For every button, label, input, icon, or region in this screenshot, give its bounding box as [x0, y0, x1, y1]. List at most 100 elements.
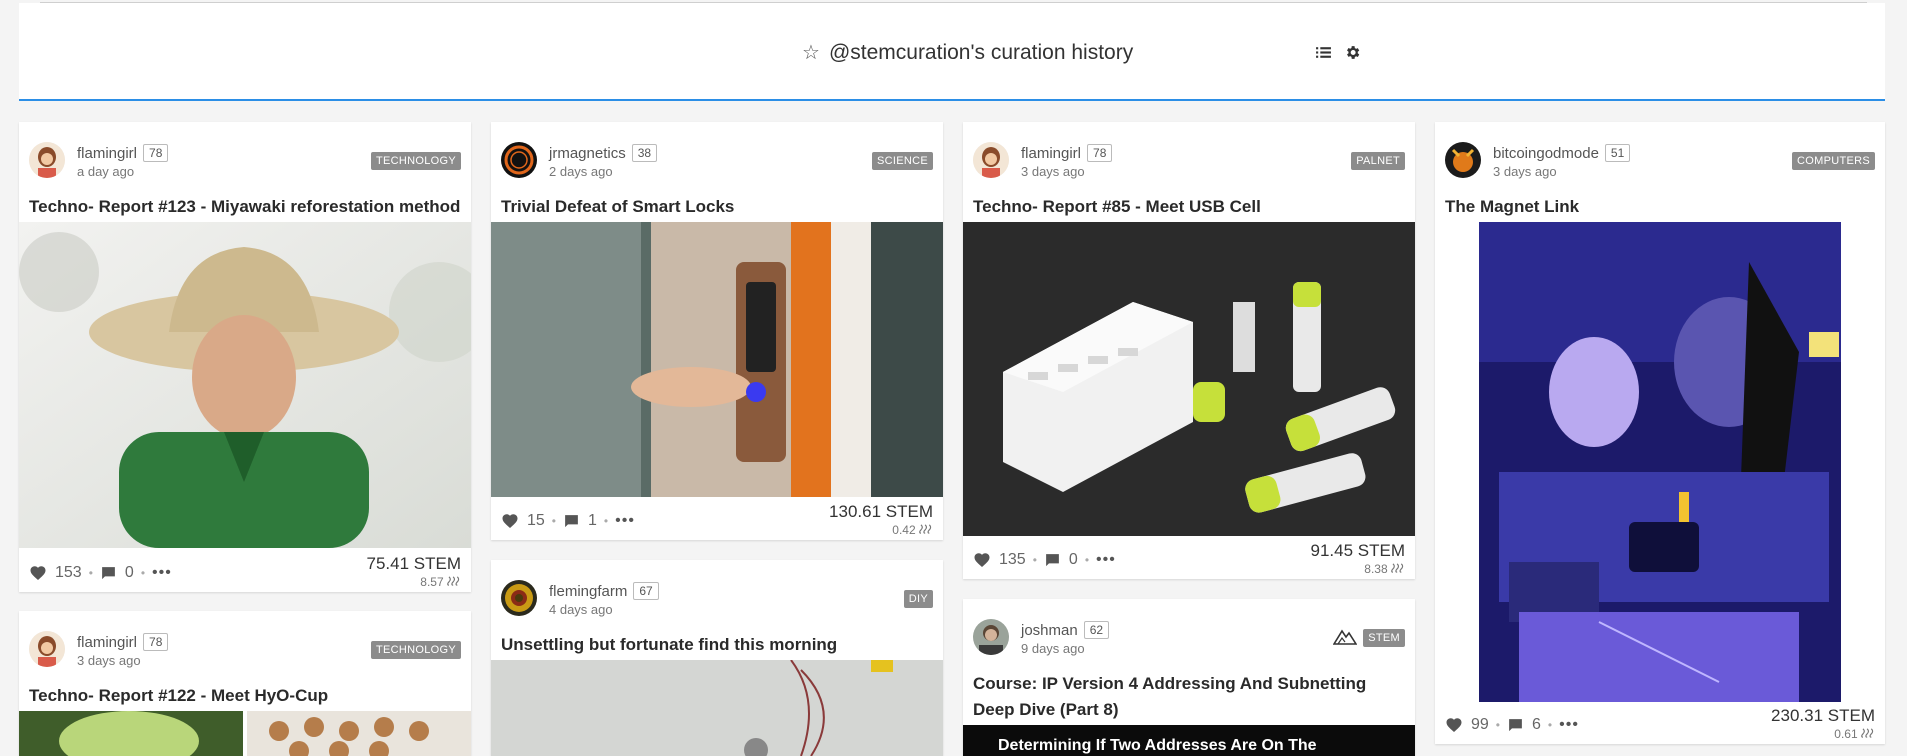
- reputation-badge: 62: [1083, 621, 1110, 639]
- post-image[interactable]: [1479, 222, 1841, 702]
- category-tag[interactable]: SCIENCE: [872, 152, 933, 170]
- category-tag[interactable]: COMPUTERS: [1792, 152, 1875, 170]
- category-tag[interactable]: PALNET: [1351, 152, 1405, 170]
- post-image[interactable]: Determining If Two Addresses Are On The: [963, 725, 1415, 756]
- reputation-badge: 67: [633, 582, 659, 600]
- post-title[interactable]: Techno- Report #123 - Miyawaki reforesta…: [29, 194, 461, 220]
- author-block: jrmagnetics 38: [549, 144, 658, 162]
- separator: •: [1084, 553, 1090, 567]
- comment-icon[interactable]: [1507, 717, 1524, 734]
- post-card[interactable]: joshman 62 9 days ago STEM Course: IP Ve…: [963, 599, 1415, 756]
- post-image[interactable]: [491, 660, 943, 756]
- vote-count[interactable]: 135: [999, 551, 1026, 569]
- category-tag[interactable]: DIY: [903, 590, 933, 608]
- separator: •: [1495, 718, 1500, 732]
- post-time[interactable]: 3 days ago: [1493, 164, 1557, 179]
- post-card[interactable]: flamingirl 78 3 days ago TECHNOLOGY Tech…: [19, 611, 471, 756]
- post-title[interactable]: Course: IP Version 4 Addressing And Subn…: [973, 671, 1405, 724]
- post-image[interactable]: [19, 711, 471, 756]
- post-card[interactable]: flamingirl 78 3 days ago PALNET Techno- …: [963, 122, 1415, 579]
- author-name[interactable]: flamingirl: [1021, 145, 1081, 162]
- category-tag[interactable]: TECHNOLOGY: [370, 641, 461, 659]
- comment-count[interactable]: 6: [1532, 716, 1541, 734]
- payout-secondary: 0.42: [829, 523, 933, 537]
- payout[interactable]: 230.31 STEM 0.61: [1771, 706, 1875, 741]
- avatar[interactable]: [501, 580, 537, 616]
- heart-icon[interactable]: [29, 564, 47, 582]
- separator: •: [1547, 718, 1553, 732]
- post-card[interactable]: flemingfarm 67 4 days ago DIY Unsettling…: [491, 560, 943, 756]
- separator: •: [88, 566, 93, 580]
- avatar[interactable]: [973, 142, 1009, 178]
- post-time[interactable]: a day ago: [77, 164, 134, 179]
- post-title[interactable]: The Magnet Link: [1445, 194, 1875, 220]
- comment-icon[interactable]: [563, 513, 580, 530]
- post-card[interactable]: jrmagnetics 38 2 days ago SCIENCE Trivia…: [491, 122, 943, 540]
- category-tag[interactable]: TECHNOLOGY: [370, 152, 461, 170]
- post-time[interactable]: 9 days ago: [1021, 641, 1085, 656]
- post-time[interactable]: 2 days ago: [549, 164, 613, 179]
- author-name[interactable]: jrmagnetics: [549, 145, 626, 162]
- page-title: @stemcuration's curation history: [828, 41, 1134, 64]
- star-outline-icon[interactable]: ☆: [802, 43, 820, 63]
- author-name[interactable]: bitcoingodmode: [1493, 145, 1599, 162]
- avatar[interactable]: [29, 631, 65, 667]
- more-options-icon[interactable]: •••: [1096, 551, 1116, 569]
- payout-secondary-value: 8.38: [1364, 562, 1388, 576]
- comment-count[interactable]: 0: [125, 564, 134, 582]
- payout[interactable]: 130.61 STEM 0.42: [829, 502, 933, 537]
- post-title[interactable]: Techno- Report #122 - Meet HyO-Cup: [29, 683, 461, 709]
- author-block: flamingirl 78: [77, 633, 169, 651]
- vote-count[interactable]: 153: [55, 564, 82, 582]
- payout-secondary: 0.61: [1771, 727, 1875, 741]
- separator: •: [551, 514, 556, 528]
- post-card[interactable]: flamingirl 78 a day ago TECHNOLOGY Techn…: [19, 122, 471, 592]
- avatar[interactable]: [501, 142, 537, 178]
- heart-icon[interactable]: [501, 512, 519, 530]
- steem-icon: [447, 576, 461, 586]
- post-title[interactable]: Trivial Defeat of Smart Locks: [501, 194, 933, 220]
- payout[interactable]: 91.45 STEM 8.38: [1311, 541, 1406, 576]
- heart-icon[interactable]: [973, 551, 991, 569]
- post-image[interactable]: [963, 222, 1415, 536]
- reputation-badge: 78: [1087, 144, 1113, 162]
- post-card[interactable]: bitcoingodmode 51 3 days ago COMPUTERS T…: [1435, 122, 1885, 744]
- reputation-badge: 78: [143, 144, 169, 162]
- more-options-icon[interactable]: •••: [152, 564, 172, 582]
- vote-count[interactable]: 99: [1471, 716, 1489, 734]
- payout-amount: 230.31 STEM: [1771, 706, 1875, 725]
- post-image[interactable]: [19, 222, 471, 548]
- author-name[interactable]: flemingfarm: [549, 583, 627, 600]
- comment-count[interactable]: 0: [1069, 551, 1078, 569]
- author-name[interactable]: flamingirl: [77, 634, 137, 651]
- post-time[interactable]: 3 days ago: [1021, 164, 1085, 179]
- post-time[interactable]: 3 days ago: [77, 653, 141, 668]
- gear-icon[interactable]: [1344, 44, 1361, 61]
- payout-amount: 75.41 STEM: [366, 554, 462, 573]
- post-image[interactable]: [491, 222, 943, 497]
- payout[interactable]: 75.41 STEM 8.57: [367, 554, 462, 589]
- post-time[interactable]: 4 days ago: [549, 602, 613, 617]
- comment-count[interactable]: 1: [588, 512, 597, 530]
- reputation-badge: 51: [1604, 144, 1631, 162]
- post-title[interactable]: Techno- Report #85 - Meet USB Cell: [973, 194, 1405, 220]
- steem-icon: [1861, 728, 1875, 738]
- list-view-icon[interactable]: [1315, 44, 1332, 61]
- author-name[interactable]: joshman: [1021, 622, 1078, 639]
- comment-icon[interactable]: [1044, 552, 1061, 569]
- image-caption: Determining If Two Addresses Are On The: [998, 737, 1317, 754]
- category-tag[interactable]: STEM: [1363, 629, 1405, 647]
- post-title[interactable]: Unsettling but fortunate find this morni…: [501, 632, 933, 658]
- avatar[interactable]: [973, 619, 1009, 655]
- author-name[interactable]: flamingirl: [77, 145, 137, 162]
- more-options-icon[interactable]: •••: [1559, 716, 1579, 734]
- author-block: flamingirl 78: [77, 144, 169, 162]
- avatar[interactable]: [1445, 142, 1481, 178]
- heart-icon[interactable]: [1445, 716, 1463, 734]
- more-options-icon[interactable]: •••: [615, 512, 635, 530]
- avatar[interactable]: [29, 142, 65, 178]
- vote-count[interactable]: 15: [527, 512, 545, 530]
- header-controls: [1315, 44, 1361, 61]
- comment-icon[interactable]: [100, 565, 117, 582]
- payout-secondary: 8.57: [367, 575, 462, 589]
